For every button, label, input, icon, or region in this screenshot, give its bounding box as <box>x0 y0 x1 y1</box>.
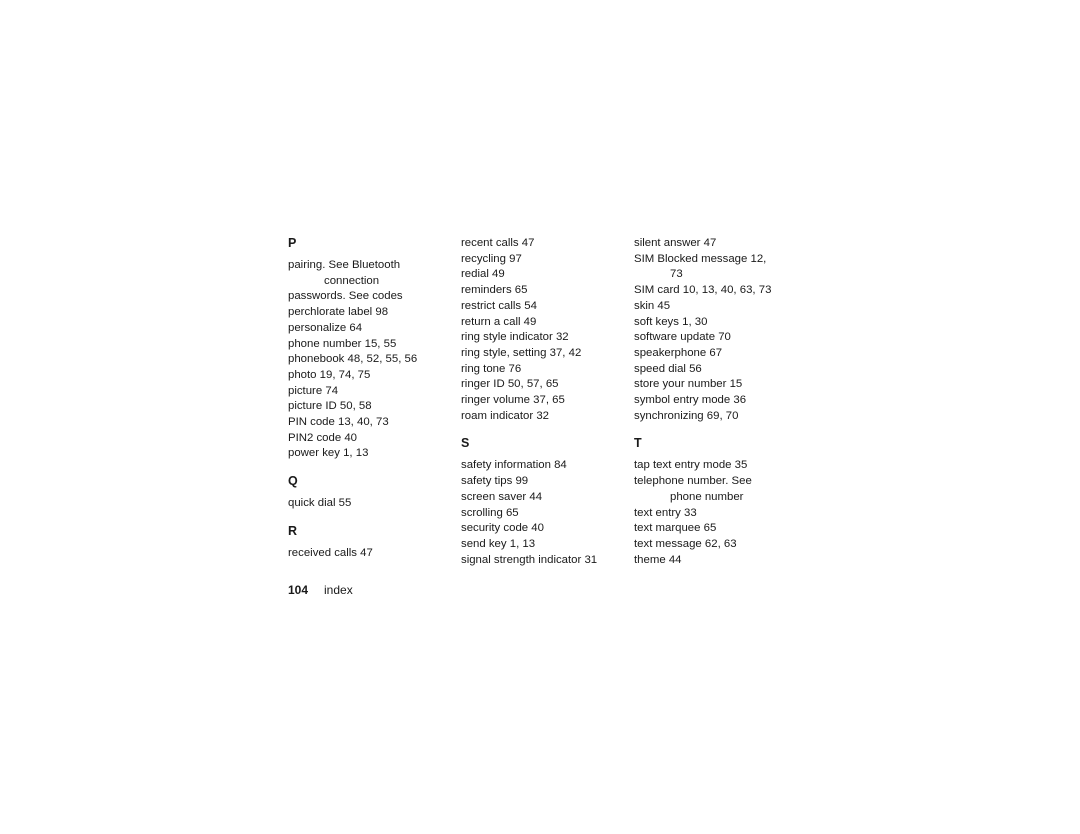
index-entry: roam indicator 32 <box>461 409 550 422</box>
index-entry: software update 70 <box>634 331 731 344</box>
letter-heading-t: T <box>634 436 642 451</box>
index-entry: telephone number. See phone number <box>634 475 752 503</box>
index-entry: security code 40 <box>461 522 544 535</box>
index-entry: phone number 15, 55 <box>288 337 397 350</box>
index-entry: speed dial 56 <box>634 362 702 375</box>
page-number: 104 <box>288 583 309 597</box>
index-entry: perchlorate label 98 <box>288 306 389 319</box>
index-entry: reminders 65 <box>461 284 528 297</box>
index-column-3: silent answer 47 SIM Blocked message 12,… <box>634 236 804 568</box>
index-entry: screen saver 44 <box>461 490 543 503</box>
index-entry: received calls 47 <box>288 546 373 559</box>
index-entry: ringer volume 37, 65 <box>461 394 565 407</box>
index-entry: text marquee 65 <box>634 522 717 535</box>
index-entry: recycling 97 <box>461 252 522 265</box>
index-entry: SIM card 10, 13, 40, 63, 73 <box>634 284 772 297</box>
index-entry: ring tone 76 <box>461 362 522 375</box>
index-entry: redial 49 <box>461 268 505 281</box>
index-entry: picture 74 <box>288 384 339 397</box>
index-entry: speakerphone 67 <box>634 346 723 359</box>
index-entry: safety tips 99 <box>461 475 529 488</box>
index-column-1: P pairing. See Bluetooth connection passw… <box>288 236 458 562</box>
index-entry: safety information 84 <box>461 459 567 472</box>
index-entry: text entry 33 <box>634 506 697 519</box>
letter-heading-s: S <box>461 436 470 451</box>
index-entry: theme 44 <box>634 553 682 566</box>
index-entry: ring style indicator 32 <box>461 331 569 344</box>
index-entry: ringer ID 50, 57, 65 <box>461 378 559 391</box>
index-entry: power key 1, 13 <box>288 447 369 460</box>
index-entry: scrolling 65 <box>461 506 519 519</box>
index-entry: return a call 49 <box>461 315 537 328</box>
index-entry: restrict calls 54 <box>461 299 537 312</box>
index-entry: PIN2 code 40 <box>288 431 358 444</box>
index-entry: store your number 15 <box>634 378 743 391</box>
letter-heading-q: Q <box>288 474 298 489</box>
index-entry: photo 19, 74, 75 <box>288 368 371 381</box>
index-entry: ring style, setting 37, 42 <box>461 346 582 359</box>
index-entry: symbol entry mode 36 <box>634 394 747 407</box>
index-entry: phonebook 48, 52, 55, 56 <box>288 353 418 366</box>
index-entry: quick dial 55 <box>288 497 352 510</box>
letter-heading-r: R <box>288 523 298 538</box>
index-entry: signal strength indicator 31 <box>461 553 598 566</box>
index-entry: picture ID 50, 58 <box>288 400 372 413</box>
section-name: index <box>324 583 353 597</box>
index-entry: synchronizing 69, 70 <box>634 409 739 422</box>
index-entry: soft keys 1, 30 <box>634 315 708 328</box>
index-entry: SIM Blocked message 12, 73 <box>634 252 767 281</box>
index-entry: personalize 64 <box>288 321 363 334</box>
index-entry: PIN code 13, 40, 73 <box>288 416 389 429</box>
index-entry: silent answer 47 <box>634 237 717 249</box>
index-column-2: recent calls 47 recycling 97 redial 49 r… <box>461 236 631 568</box>
letter-heading-p: P <box>288 236 297 250</box>
index-entry: recent calls 47 <box>461 237 535 249</box>
index-entry: tap text entry mode 35 <box>634 459 748 472</box>
index-entry: pairing. See Bluetooth connection <box>288 259 401 287</box>
index-entry: passwords. See codes <box>288 290 403 303</box>
index-entry: text message 62, 63 <box>634 537 737 550</box>
index-entry: skin 45 <box>634 299 671 312</box>
index-entry: send key 1, 13 <box>461 537 536 550</box>
page-footer: 104 index <box>288 583 353 597</box>
